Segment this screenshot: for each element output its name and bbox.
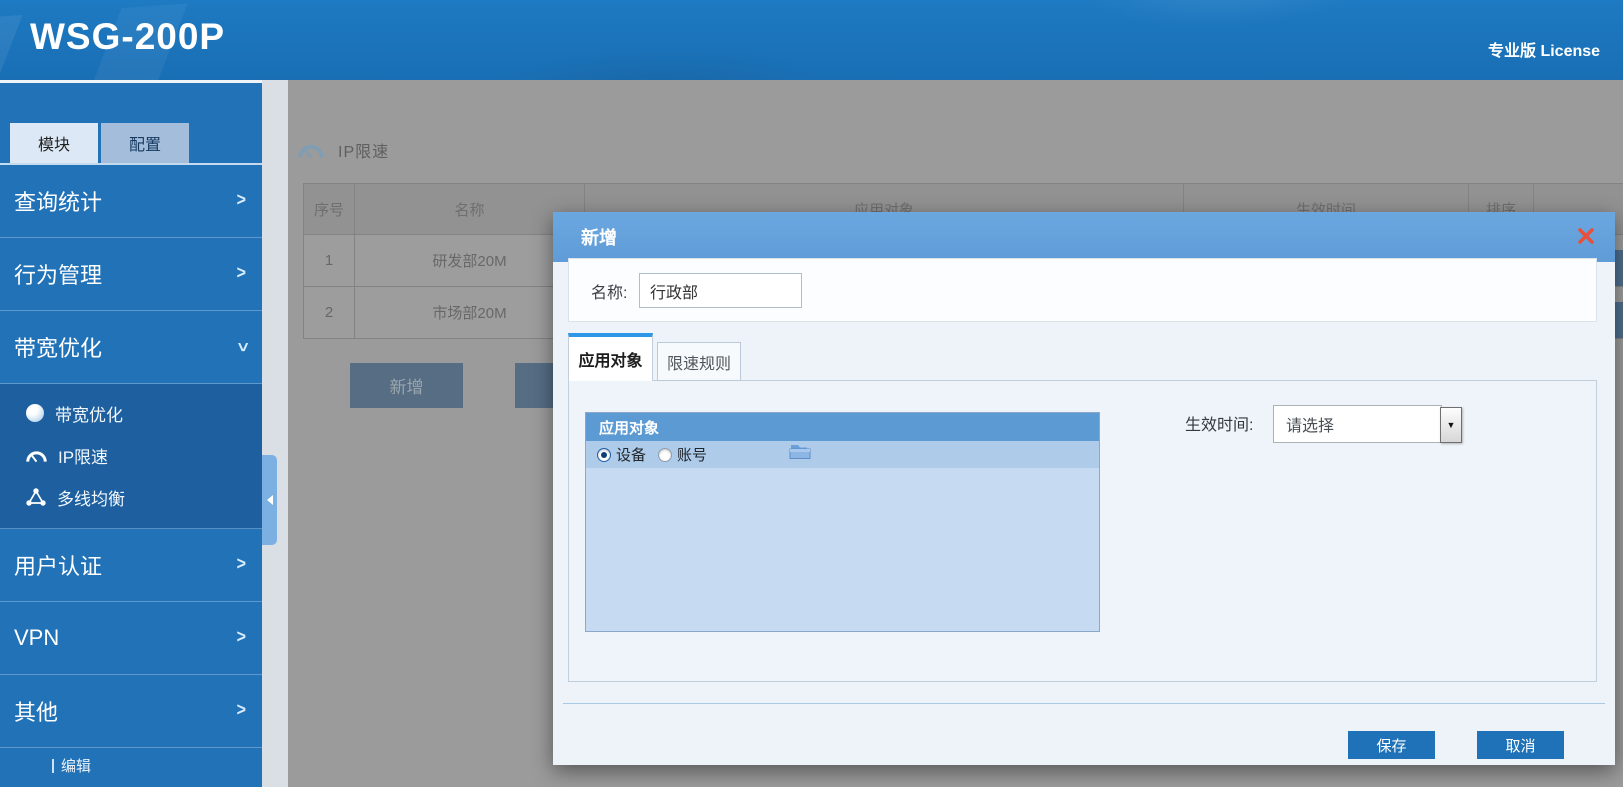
sidebar-tabs: 模块 配置: [10, 123, 189, 163]
edit-icon: [52, 759, 54, 773]
radio-device-label: 设备: [616, 444, 646, 465]
submenu-item-load-balance[interactable]: 多线均衡: [0, 476, 262, 518]
dialog-tab-apply-object[interactable]: 应用对象: [568, 333, 653, 381]
submenu-item-label: 带宽优化: [55, 401, 123, 426]
radio-device[interactable]: [597, 448, 611, 462]
apply-object-box-title: 应用对象: [586, 413, 1099, 441]
cancel-button[interactable]: 取消: [1477, 731, 1564, 759]
submenu-item-label: 多线均衡: [57, 485, 125, 510]
close-icon: [1577, 227, 1595, 245]
sidebar-item-vpn[interactable]: VPN >: [0, 602, 262, 675]
col-header-name: 名称: [355, 183, 585, 235]
sidebar-menu: 查询统计 > 行为管理 > 带宽优化 > 带宽优化: [0, 165, 262, 783]
name-label: 名称:: [591, 259, 627, 323]
speedometer-icon: [26, 447, 47, 464]
chevron-right-icon: >: [237, 264, 246, 285]
sidebar-item-user-auth[interactable]: 用户认证 >: [0, 529, 262, 602]
app-window: WSG-200P 专业版 License IP限速 序号 名称 应用对象 生效时…: [0, 0, 1623, 787]
app-logo: WSG-200P: [30, 16, 225, 58]
chevron-right-icon: >: [237, 555, 246, 576]
effective-time-label: 生效时间:: [1185, 411, 1253, 435]
submenu-item-label: IP限速: [58, 443, 108, 468]
cell-no: 1: [303, 235, 355, 287]
load-balance-icon: [26, 488, 46, 506]
sidebar-item-label: 用户认证: [14, 549, 102, 581]
cell-name: 市场部20M: [355, 287, 585, 339]
name-input[interactable]: [639, 273, 802, 308]
status-toggle[interactable]: [1615, 302, 1623, 338]
radio-account-label: 账号: [677, 444, 707, 465]
chevron-left-icon: [267, 495, 273, 505]
sidebar-gutter: [262, 80, 288, 787]
sidebar-item-other[interactable]: 其他 >: [0, 675, 262, 748]
page-title-text: IP限速: [338, 138, 389, 162]
apply-object-box: 应用对象 设备 账号: [585, 412, 1100, 632]
dropdown-arrow-icon[interactable]: ▼: [1440, 407, 1462, 443]
license-badge: 专业版 License: [1488, 37, 1600, 61]
sidebar-item-label: 查询统计: [14, 185, 102, 217]
effective-time-value: 请选择: [1273, 405, 1442, 443]
submenu-item-ip-limit[interactable]: IP限速: [0, 434, 262, 476]
close-button[interactable]: [1577, 227, 1595, 245]
chevron-right-icon: >: [237, 191, 246, 212]
status-toggle[interactable]: [1615, 250, 1623, 286]
cell-no: 2: [303, 287, 355, 339]
bandwidth-submenu: 带宽优化 IP限速 多线均衡: [0, 384, 262, 529]
dialog-tab-speed-rules[interactable]: 限速规则: [657, 342, 741, 381]
add-rule-button[interactable]: 新增: [350, 363, 463, 408]
chevron-down-icon: >: [231, 342, 252, 351]
radio-account[interactable]: [658, 448, 672, 462]
dialog-footer-divider: [563, 703, 1605, 704]
save-button[interactable]: 保存: [1348, 731, 1435, 759]
top-header: WSG-200P 专业版 License: [0, 0, 1623, 80]
cell-name: 研发部20M: [355, 235, 585, 287]
sidebar-edit-link[interactable]: 编辑: [0, 748, 262, 783]
tab-modules[interactable]: 模块: [10, 123, 98, 163]
dialog-title: 新增: [581, 224, 617, 250]
sidebar-item-label: VPN: [14, 625, 59, 651]
sphere-icon: [26, 404, 44, 422]
tab-config[interactable]: 配置: [101, 123, 189, 163]
object-type-row: 设备 账号: [586, 441, 1099, 468]
sidebar-item-label: 带宽优化: [14, 331, 102, 363]
sidebar-item-behavior-mgmt[interactable]: 行为管理 >: [0, 238, 262, 311]
folder-icon[interactable]: [789, 443, 812, 465]
sidebar-item-label: 其他: [14, 695, 58, 727]
sidebar-collapse-handle[interactable]: [262, 455, 277, 545]
dialog-header: 新增: [553, 212, 1615, 262]
speedometer-icon: [298, 140, 324, 160]
sidebar-item-query-stats[interactable]: 查询统计 >: [0, 165, 262, 238]
new-rule-dialog: 新增 名称: 应用对象 限速规则 应用对象 设备 账号: [553, 212, 1615, 765]
effective-time-select[interactable]: 请选择 ▼: [1273, 405, 1462, 443]
sidebar-item-label: 行为管理: [14, 258, 102, 290]
chevron-right-icon: >: [237, 701, 246, 722]
chevron-right-icon: >: [237, 628, 246, 649]
sidebar-item-bandwidth-opt[interactable]: 带宽优化 >: [0, 311, 262, 384]
page-title: IP限速: [298, 138, 389, 162]
submenu-item-bandwidth-opt[interactable]: 带宽优化: [0, 392, 262, 434]
name-field-panel: 名称:: [568, 258, 1597, 322]
sidebar-edit-label: 编辑: [61, 755, 91, 776]
col-header-no: 序号: [303, 183, 355, 235]
sidebar: 模块 配置 查询统计 > 行为管理 > 带宽优化 > 带宽优化: [0, 83, 262, 787]
header-divider: [0, 80, 262, 83]
